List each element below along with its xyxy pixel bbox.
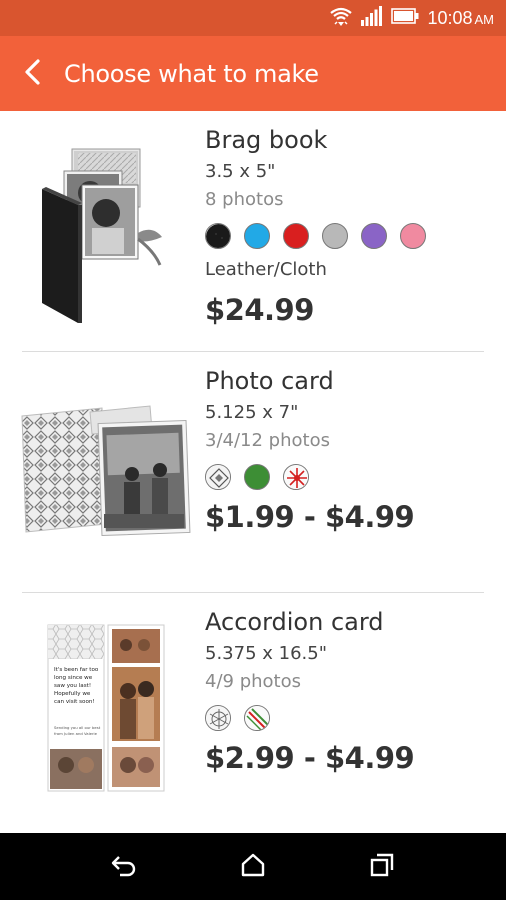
home-icon xyxy=(240,853,266,881)
nav-home-button[interactable] xyxy=(233,847,273,887)
nav-recent-apps-button[interactable] xyxy=(362,847,402,887)
nav-back-button[interactable] xyxy=(104,847,144,887)
signal-icon xyxy=(361,6,383,30)
swatch-red-green-stripes[interactable] xyxy=(244,705,270,731)
product-item-brag-book[interactable]: Brag book 3.5 x 5" 8 photos Leather/Clot… xyxy=(0,111,506,352)
product-size: 5.375 x 16.5" xyxy=(205,643,327,664)
thumb-message-line-3: saw you last! xyxy=(54,683,91,689)
product-size: 3.5 x 5" xyxy=(205,161,276,182)
navigation-bar xyxy=(0,833,506,900)
product-photo-count: 4/9 photos xyxy=(205,671,301,692)
color-swatches xyxy=(205,223,496,249)
design-swatches xyxy=(205,464,496,490)
product-price: $24.99 xyxy=(205,293,314,327)
status-bar: 10:08 AM xyxy=(0,0,506,36)
product-material: Leather/Cloth xyxy=(205,259,327,280)
product-price: $1.99 - $4.99 xyxy=(205,500,415,534)
status-time: 10:08 AM xyxy=(427,8,494,29)
battery-icon xyxy=(391,8,419,28)
swatch-red-starburst[interactable] xyxy=(283,464,309,490)
swatch-purple[interactable] xyxy=(361,223,387,249)
product-item-accordion-card[interactable]: It's been far too long since we saw you … xyxy=(0,593,506,833)
thumb-signature-line-2: from Julien and Valerie xyxy=(54,731,98,736)
swatch-green[interactable] xyxy=(244,464,270,490)
swatch-gray[interactable] xyxy=(322,223,348,249)
design-swatches xyxy=(205,705,496,731)
product-photo-count: 8 photos xyxy=(205,189,284,210)
accordion-card-info: Accordion card 5.375 x 16.5" 4/9 photos xyxy=(205,607,496,775)
status-time-ampm: AM xyxy=(474,11,495,27)
page-title: Choose what to make xyxy=(64,59,319,88)
thumb-message-line-1: It's been far too xyxy=(54,667,99,673)
brag-book-info: Brag book 3.5 x 5" 8 photos Leather/Clot… xyxy=(205,125,496,327)
thumb-signature-line-1: Sending you all our best xyxy=(54,725,101,730)
back-arrow-icon xyxy=(21,58,43,90)
photo-card-thumbnail xyxy=(20,374,192,574)
thumb-message-line-2: long since we xyxy=(54,675,93,681)
app-bar: Choose what to make xyxy=(0,36,506,111)
swatch-pink[interactable] xyxy=(400,223,426,249)
swatch-diamond-pattern[interactable] xyxy=(205,464,231,490)
product-name: Brag book xyxy=(205,126,328,154)
wifi-icon xyxy=(329,5,353,31)
swatch-red[interactable] xyxy=(283,223,309,249)
product-name: Photo card xyxy=(205,367,334,395)
product-name: Accordion card xyxy=(205,608,384,636)
product-item-photo-card[interactable]: Photo card 5.125 x 7" 3/4/12 photos $1.9… xyxy=(0,352,506,593)
product-size: 5.125 x 7" xyxy=(205,402,299,423)
accordion-card-thumbnail: It's been far too long since we saw you … xyxy=(20,619,192,819)
swatch-hexagon-pattern[interactable] xyxy=(205,705,231,731)
status-time-value: 10:08 xyxy=(427,7,473,28)
recent-apps-icon xyxy=(369,852,395,882)
swatch-sky-blue[interactable] xyxy=(244,223,270,249)
thumb-message-line-4: Hopefully we xyxy=(54,691,91,697)
back-button[interactable] xyxy=(0,36,64,111)
photo-card-info: Photo card 5.125 x 7" 3/4/12 photos $1.9… xyxy=(205,366,496,534)
back-nav-icon xyxy=(110,853,138,881)
thumb-message-line-5: can visit soon! xyxy=(54,699,95,705)
product-photo-count: 3/4/12 photos xyxy=(205,430,330,451)
brag-book-thumbnail xyxy=(20,133,192,333)
swatch-black[interactable] xyxy=(205,223,231,249)
product-price: $2.99 - $4.99 xyxy=(205,741,415,775)
product-list: Brag book 3.5 x 5" 8 photos Leather/Clot… xyxy=(0,111,506,833)
